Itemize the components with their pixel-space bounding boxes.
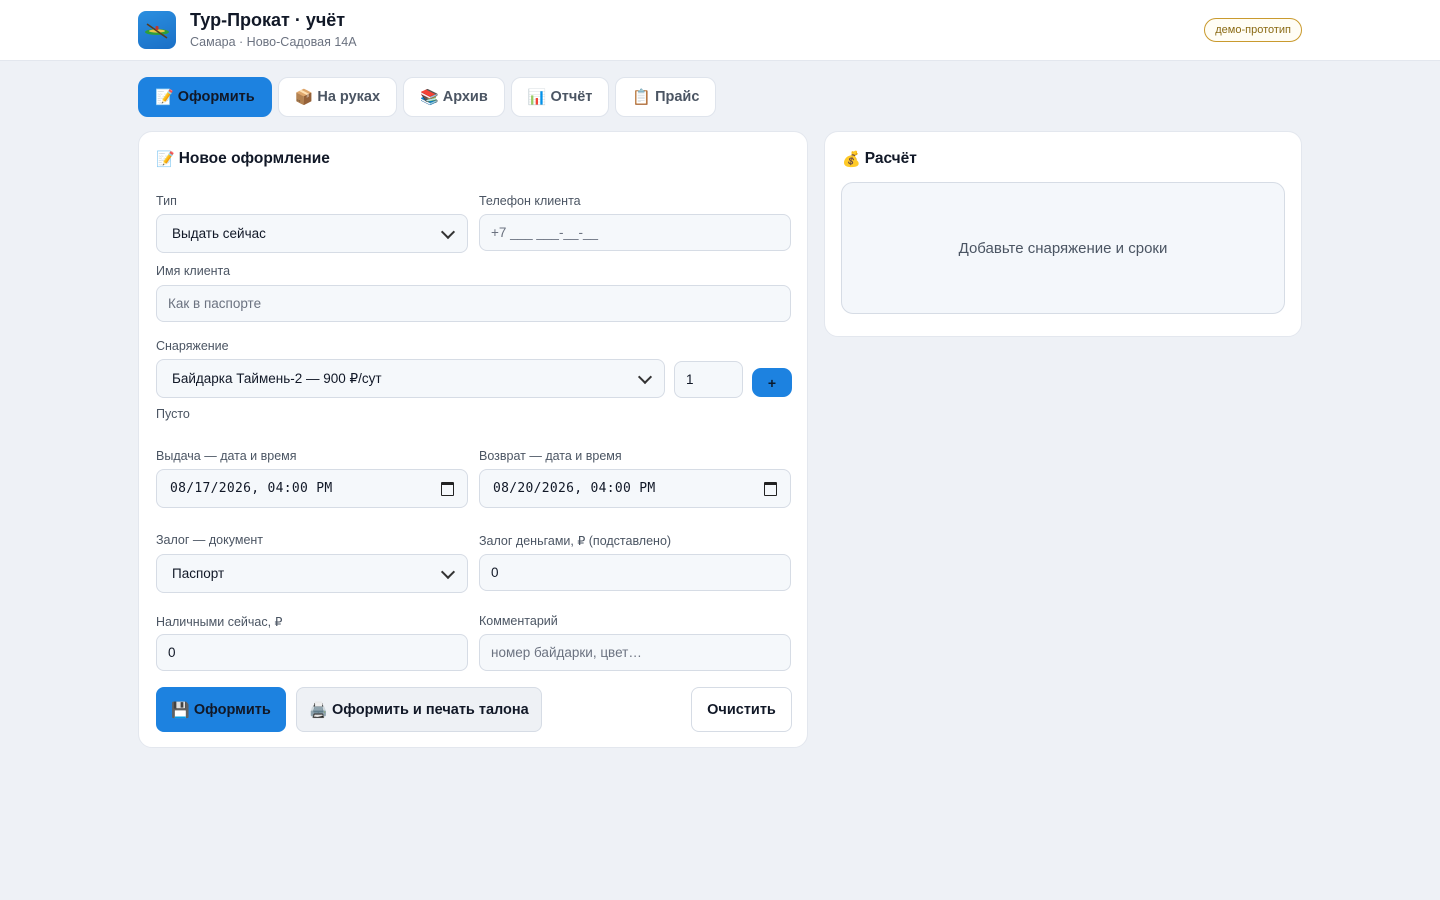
package-icon: 📦	[294, 88, 314, 106]
deposit-doc-value: Паспорт	[172, 566, 225, 581]
tab-archive[interactable]: 📚 Архив	[403, 77, 505, 117]
clipboard-icon: 📋	[632, 88, 652, 106]
money-bag-icon: 💰	[842, 150, 861, 168]
calculation-empty-text: Добавьте снаряжение и сроки	[958, 239, 1168, 257]
return-datetime-value: 08/20/2026, 04:00 PM	[493, 481, 656, 496]
memo-icon: 📝	[156, 150, 175, 168]
card-title-text: Новое оформление	[178, 150, 330, 167]
calculation-card: 💰 Расчёт Добавьте снаряжение и сроки	[824, 131, 1302, 337]
add-equipment-button[interactable]: +	[752, 368, 792, 397]
cash-value: 0	[168, 645, 176, 660]
deposit-money-label: Залог деньгами, ₽ (подставлено)	[479, 534, 672, 548]
quantity-input[interactable]: 1	[674, 361, 743, 398]
type-select-value: Выдать сейчас	[172, 226, 266, 241]
tab-checkout[interactable]: 📝 Оформить	[138, 77, 272, 117]
equipment-empty-text: Пусто	[156, 407, 190, 421]
issue-label: Выдача — дата и время	[156, 449, 297, 463]
new-rental-card: 📝 Новое оформление Тип Выдать сейчас Тел…	[138, 131, 808, 748]
name-input[interactable]: Как в паспорте	[156, 285, 791, 322]
chevron-down-icon	[440, 224, 456, 239]
deposit-doc-label: Залог — документ	[156, 533, 264, 547]
calendar-icon[interactable]	[441, 481, 454, 496]
app-header: Тур-Прокат · учёт Самара · Ново-Садовая …	[0, 0, 1440, 61]
app-subtitle: Самара · Ново-Садовая 14А	[190, 35, 357, 49]
submit-label: Оформить	[193, 701, 271, 718]
issue-datetime-input[interactable]: 08/17/2026, 04:00 PM	[156, 469, 468, 508]
return-label: Возврат — дата и время	[479, 449, 622, 463]
submit-button[interactable]: 💾 Оформить	[156, 687, 286, 732]
comment-label: Комментарий	[479, 614, 558, 628]
deposit-money-value: 0	[491, 565, 499, 580]
type-label: Тип	[156, 194, 177, 208]
cash-label: Наличными сейчас, ₽	[156, 615, 283, 629]
name-label: Имя клиента	[156, 264, 231, 278]
issue-datetime-value: 08/17/2026, 04:00 PM	[170, 481, 333, 496]
memo-icon: 📝	[155, 88, 174, 106]
tab-label: Отчёт	[550, 89, 593, 105]
tab-label: Прайс	[655, 89, 700, 105]
kayak-icon	[138, 11, 176, 49]
chevron-down-icon	[440, 564, 456, 579]
tab-rented-out[interactable]: 📦 На руках	[277, 77, 398, 117]
tab-label: Оформить	[177, 89, 255, 105]
tab-label: Архив	[442, 89, 488, 105]
calendar-icon[interactable]	[764, 481, 777, 496]
name-placeholder: Как в паспорте	[168, 296, 262, 311]
clear-button[interactable]: Очистить	[691, 687, 792, 732]
type-select[interactable]: Выдать сейчас	[156, 214, 468, 253]
card-title: 📝 Новое оформление	[156, 150, 330, 168]
calculation-empty-state: Добавьте снаряжение и сроки	[841, 182, 1285, 314]
chevron-down-icon	[637, 369, 653, 384]
tab-bar: 📝 Оформить 📦 На руках 📚 Архив 📊 Отчёт 📋 …	[138, 77, 717, 117]
tab-pricelist[interactable]: 📋 Прайс	[615, 77, 717, 117]
books-icon: 📚	[420, 88, 439, 106]
bar-chart-icon: 📊	[527, 88, 547, 106]
demo-badge: демо-прототип	[1204, 18, 1302, 42]
phone-placeholder: +7 ___ ___-__-__	[491, 225, 598, 240]
quantity-value: 1	[686, 372, 694, 387]
phone-label: Телефон клиента	[479, 194, 581, 208]
submit-print-label: Оформить и печать талона	[331, 701, 529, 718]
tab-label: На руках	[317, 89, 381, 105]
submit-print-button[interactable]: 🖨️ Оформить и печать талона	[296, 687, 542, 732]
cash-input[interactable]: 0	[156, 634, 468, 671]
comment-placeholder: номер байдарки, цвет…	[491, 645, 642, 660]
deposit-doc-select[interactable]: Паспорт	[156, 554, 468, 593]
floppy-disk-icon: 💾	[171, 700, 190, 719]
equipment-select-value: Байдарка Таймень-2 — 900 ₽/сут	[172, 370, 382, 386]
phone-input[interactable]: +7 ___ ___-__-__	[479, 214, 791, 251]
card-title-text: Расчёт	[864, 150, 917, 167]
equipment-select[interactable]: Байдарка Таймень-2 — 900 ₽/сут	[156, 359, 665, 398]
deposit-money-input[interactable]: 0	[479, 554, 791, 591]
equipment-label: Снаряжение	[156, 339, 229, 353]
printer-icon: 🖨️	[309, 700, 328, 719]
app-title: Тур-Прокат · учёт	[190, 10, 346, 30]
tab-report[interactable]: 📊 Отчёт	[510, 77, 610, 117]
card-title: 💰 Расчёт	[842, 150, 917, 168]
comment-input[interactable]: номер байдарки, цвет…	[479, 634, 791, 671]
return-datetime-input[interactable]: 08/20/2026, 04:00 PM	[479, 469, 791, 508]
